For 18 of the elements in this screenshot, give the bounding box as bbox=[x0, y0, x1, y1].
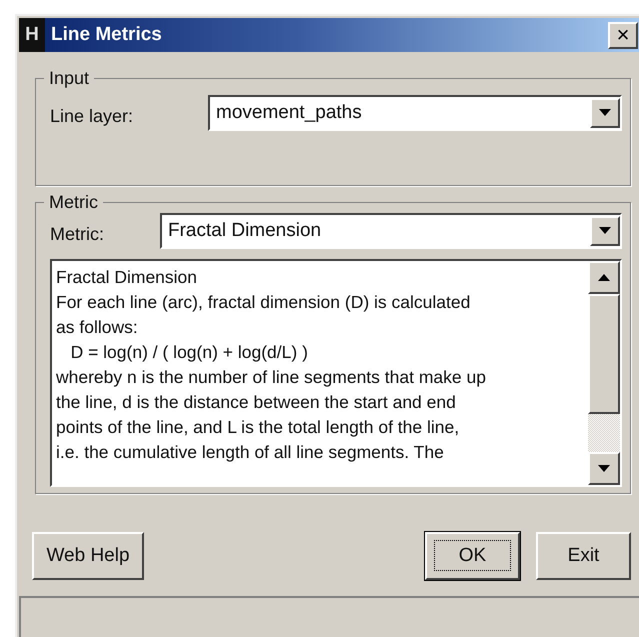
group-title: Input bbox=[48, 68, 90, 89]
description-box[interactable] bbox=[50, 259, 622, 487]
dialog-button[interactable]: Exit bbox=[536, 532, 631, 580]
dialog-button[interactable]: OK bbox=[425, 532, 520, 580]
metric-dropdown[interactable]: Fractal Dimension bbox=[160, 213, 622, 249]
scroll-up-icon[interactable] bbox=[588, 261, 620, 294]
scroll-down-icon[interactable] bbox=[588, 452, 620, 485]
description-text: Fractal Dimension For each line (arc), fractal dimension (D) is calculated as follows: D = log(n) / ( log(n) + log(d/L) ) whereby n is the number of line segments that make up the line, d is the distance between the start and end points of the line, and L is the total length of the line, i.e. the cumulative length of all line segments. The bbox=[55, 266, 487, 464]
scrollbar[interactable] bbox=[588, 261, 620, 485]
field-label: Line layer: bbox=[50, 106, 134, 128]
field-label: Metric: bbox=[50, 224, 105, 246]
window-title: Line Metrics bbox=[51, 24, 163, 46]
group-title: Metric bbox=[48, 192, 99, 213]
app-icon: H bbox=[19, 18, 45, 52]
close-button[interactable]: × bbox=[608, 22, 638, 48]
layer-dropdown[interactable]: movement_paths bbox=[208, 95, 622, 131]
scroll-thumb[interactable] bbox=[588, 294, 620, 414]
dialog-button[interactable]: Web Help bbox=[32, 532, 144, 580]
